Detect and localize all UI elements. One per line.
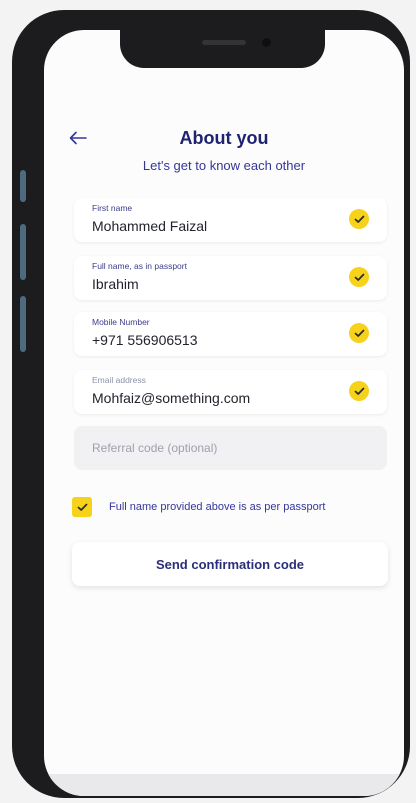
email-value[interactable]: Mohfaiz@something.com (92, 390, 250, 406)
page-subtitle: Let's get to know each other (142, 158, 306, 173)
first-name-label: First name (92, 203, 133, 213)
mobile-number-label: Mobile Number (92, 317, 150, 327)
speaker-grille (202, 40, 246, 45)
front-camera (262, 38, 271, 47)
mobile-number-value[interactable]: +971 556906513 (92, 332, 198, 348)
send-confirmation-code-button[interactable]: Send confirmation code (72, 542, 388, 586)
check-circle-icon (349, 267, 369, 287)
referral-code-input[interactable] (74, 426, 387, 470)
first-name-value[interactable]: Mohammed Faizal (92, 218, 207, 234)
passport-confirm-row: Full name provided above is as per passp… (72, 496, 392, 518)
volume-down-button (20, 296, 26, 352)
home-indicator-area (44, 774, 404, 796)
check-circle-icon (349, 381, 369, 401)
checkbox-checked-icon (77, 503, 87, 511)
page-title: About you (179, 128, 269, 148)
passport-name-value[interactable]: Ibrahim (92, 276, 139, 292)
mute-switch (20, 170, 26, 202)
passport-confirm-checkbox[interactable] (72, 497, 92, 517)
notch (120, 30, 325, 68)
mobile-number-field[interactable]: Mobile Number +971 556906513 (74, 312, 387, 356)
first-name-field[interactable]: First name Mohammed Faizal (74, 198, 387, 242)
stage: About you Let's get to know each other F… (0, 0, 416, 803)
phone-screen: About you Let's get to know each other F… (44, 30, 404, 796)
passport-name-label: Full name, as in passport (92, 261, 187, 271)
volume-up-button (20, 224, 26, 280)
check-circle-icon (349, 323, 369, 343)
passport-name-field[interactable]: Full name, as in passport Ibrahim (74, 256, 387, 300)
phone-frame: About you Let's get to know each other F… (12, 10, 410, 798)
email-label: Email address (92, 375, 146, 385)
check-circle-icon (349, 209, 369, 229)
passport-confirm-label: Full name provided above is as per passp… (109, 501, 326, 513)
email-field[interactable]: Email address Mohfaiz@something.com (74, 370, 387, 414)
